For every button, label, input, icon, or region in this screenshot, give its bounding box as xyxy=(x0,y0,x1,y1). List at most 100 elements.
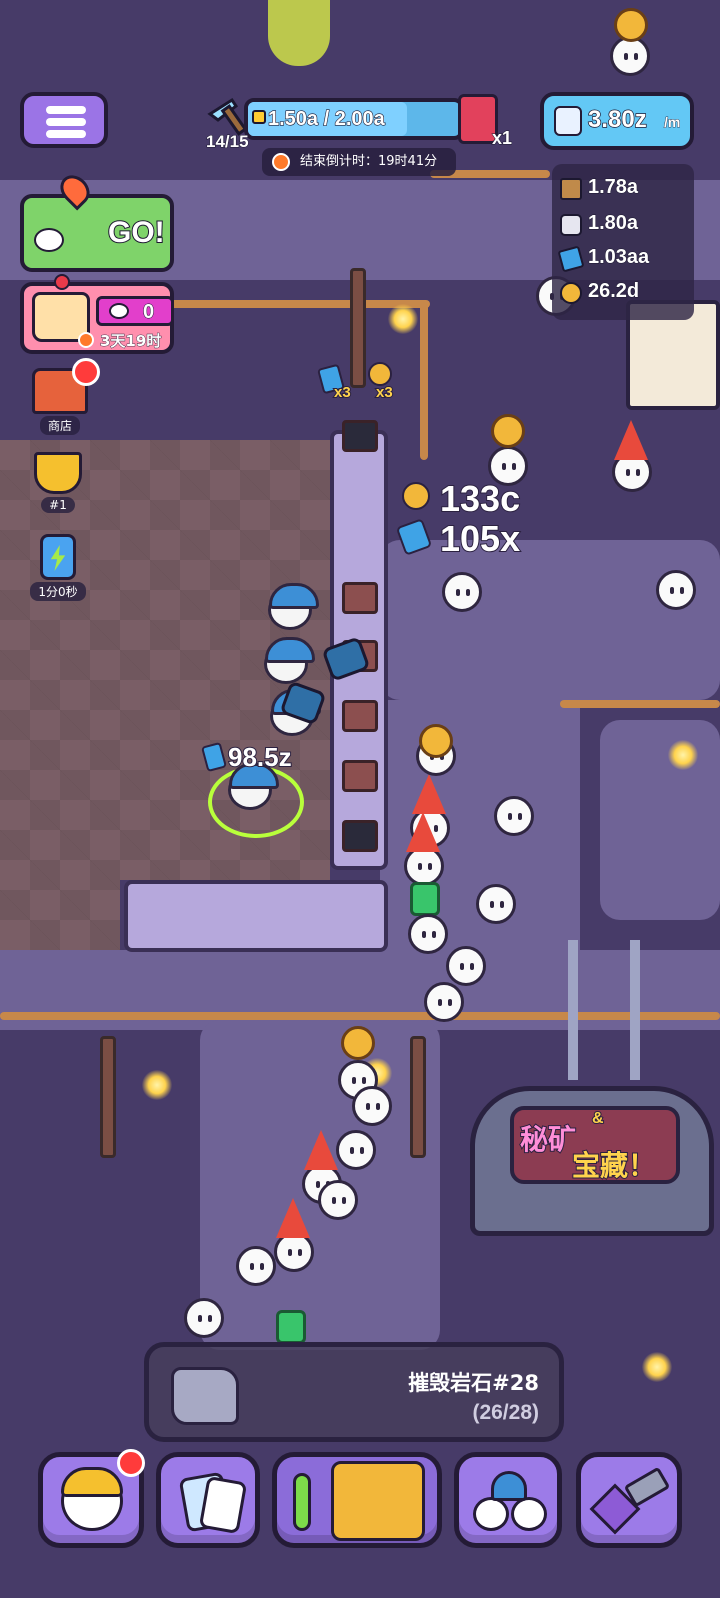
crystal-gain-text: 105x xyxy=(439,517,521,560)
ore-drop-count: x3 xyxy=(333,383,352,402)
boost-timer: 1分0秒 xyxy=(30,582,86,601)
team-member-icon xyxy=(473,1497,509,1531)
rail xyxy=(630,940,640,1080)
nav-mine-button[interactable] xyxy=(272,1452,442,1548)
lightning-icon xyxy=(50,545,66,571)
rank-label: #1 xyxy=(41,497,75,513)
miner-character[interactable] xyxy=(264,637,315,684)
go-label: GO! xyxy=(107,215,166,250)
customer-character xyxy=(352,1086,392,1126)
leaderboard-button[interactable]: #1 xyxy=(18,452,98,513)
shop-label: 商店 xyxy=(39,416,80,435)
customer-character xyxy=(494,796,534,836)
quest-panel[interactable]: 摧毁岩石#28 (26/28) xyxy=(144,1342,564,1442)
silver-ore-icon xyxy=(560,214,582,236)
level-progress-text: 1.50a / 2.00a xyxy=(267,107,385,130)
pipe xyxy=(170,300,430,308)
menu-board xyxy=(342,820,378,852)
go-map-button[interactable]: GO! xyxy=(20,169,174,272)
cake-count-box: 0 xyxy=(96,296,174,326)
gold-nugget-icon xyxy=(560,282,582,304)
level-gauge-icon xyxy=(293,1473,311,1531)
event-countdown-text: 结束倒计时：19时41分 xyxy=(300,154,438,169)
pipe xyxy=(420,300,428,460)
miner-character[interactable] xyxy=(268,583,319,630)
card-icon xyxy=(198,1475,248,1535)
green-gem xyxy=(410,882,440,916)
fruit-card-multiplier: x1 xyxy=(491,128,513,149)
red-hat xyxy=(406,812,440,852)
mine-machine-icon xyxy=(331,1461,425,1541)
pickaxe-count: 14/15 xyxy=(206,132,250,152)
customer-character xyxy=(488,446,528,486)
customer-character xyxy=(184,1298,224,1338)
customer-character xyxy=(424,982,464,1022)
resource-panel: 1.78a 1.80a 1.03aa 26.2d xyxy=(552,164,694,320)
gold-nugget-icon xyxy=(368,362,392,386)
coin-stack xyxy=(614,8,648,42)
energy-boost-button[interactable]: 1分0秒 xyxy=(18,534,98,601)
resource-value-silver: 1.80a xyxy=(587,212,639,235)
event-sign-text-2: 宝藏！ xyxy=(571,1148,657,1183)
event-sign-amp: & xyxy=(591,1109,604,1128)
cherry-icon xyxy=(54,274,70,290)
crown-icon xyxy=(252,110,266,124)
income-rate-box[interactable]: 3.80z /m xyxy=(540,92,694,150)
exit-lamp xyxy=(268,0,330,66)
ore-crate xyxy=(342,700,378,732)
ore-crate xyxy=(342,760,378,792)
lamp-post xyxy=(410,1036,426,1158)
lamp-light xyxy=(388,304,418,334)
notification-dot xyxy=(72,358,100,386)
customer-character xyxy=(610,36,650,76)
level-progress-bar: 1.50a / 2.00a xyxy=(244,98,464,140)
team-member-icon xyxy=(511,1497,547,1531)
customer-character xyxy=(274,1232,314,1272)
red-hat xyxy=(412,774,446,814)
cream-icon xyxy=(109,303,129,319)
income-rate-value: 3.80z xyxy=(587,105,647,133)
floor-path xyxy=(380,540,720,700)
red-hat xyxy=(276,1198,310,1238)
cake-event-timer: 3天19时 xyxy=(100,332,162,351)
ore-drop-count: x3 xyxy=(375,383,394,402)
floor-path xyxy=(600,720,720,920)
quest-progress: (26/28) xyxy=(472,1401,539,1424)
red-hat xyxy=(304,1130,338,1170)
wood-plank-icon xyxy=(560,178,582,200)
menu-icon xyxy=(46,118,86,126)
lamp-post xyxy=(100,1036,116,1158)
nav-forge-button[interactable] xyxy=(576,1452,682,1548)
event-countdown: 结束倒计时：19时41分 xyxy=(262,148,456,176)
shop-button[interactable]: 商店 xyxy=(20,358,100,435)
lamp-light xyxy=(642,1352,672,1382)
coin-stack xyxy=(419,724,453,758)
nav-miner-button[interactable] xyxy=(38,1449,145,1548)
team-icon xyxy=(491,1471,527,1501)
customer-character xyxy=(336,1130,376,1170)
shop-room-floor xyxy=(0,800,120,950)
menu-icon xyxy=(46,106,86,114)
rock-icon xyxy=(171,1367,239,1425)
clock-icon xyxy=(272,153,290,171)
coin-stack xyxy=(491,414,525,448)
lamp-post xyxy=(350,268,366,388)
resource-value-crystal: 1.03aa xyxy=(587,246,650,269)
quest-title: 摧毁岩石#28 xyxy=(408,1371,539,1395)
eggs-icon xyxy=(34,228,64,252)
nav-team-button[interactable] xyxy=(454,1452,562,1548)
menu-board xyxy=(342,420,378,452)
menu-button[interactable] xyxy=(20,92,108,148)
green-gem xyxy=(276,1310,306,1344)
customer-character xyxy=(404,846,444,886)
player-miner[interactable] xyxy=(228,763,279,810)
customer-character xyxy=(442,572,482,612)
ore-crate xyxy=(342,582,378,614)
pipe xyxy=(0,1012,720,1020)
cake-count: 0 xyxy=(142,301,155,324)
event-sign-text-1: 秘矿 xyxy=(519,1122,577,1157)
trophy-icon xyxy=(34,452,82,494)
nav-cards-button[interactable] xyxy=(156,1452,260,1548)
cake-event-button[interactable]: 0 3天19时 xyxy=(20,274,174,354)
notification-dot xyxy=(117,1449,145,1477)
